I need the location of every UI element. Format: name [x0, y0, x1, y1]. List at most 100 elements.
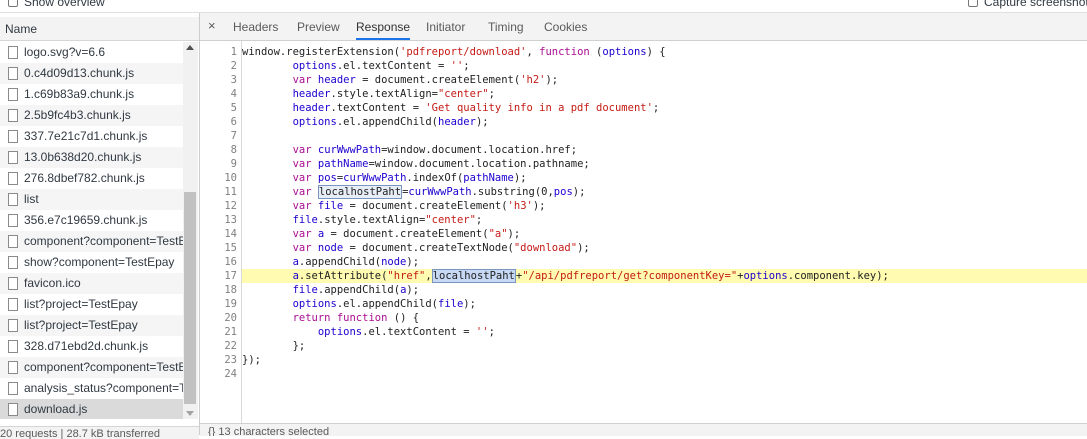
code-line: a.setAttribute("href",localhostPaht+"/ap… — [242, 269, 1087, 283]
request-list-item[interactable]: 0.c4d09d13.chunk.js — [0, 63, 183, 84]
file-icon — [8, 172, 18, 185]
line-number: 8 — [230, 144, 237, 156]
tab-headers[interactable]: Headers — [233, 13, 278, 40]
code-token: header — [292, 102, 331, 114]
code-token: "download" — [513, 242, 578, 254]
code-token: pathName — [317, 158, 369, 170]
code-line: header.textContent = 'Get quality info i… — [292, 102, 660, 114]
code-token: options — [602, 46, 647, 58]
request-list-item[interactable]: 337.7e21c7d1.chunk.js — [0, 126, 183, 147]
line-number: 13 — [224, 214, 237, 226]
line-number-gutter: 1 2 3 4 5 6 7 8 9 10 11 12 13 14 15 16 17 18 19 20 21 22 23 24 — [200, 41, 242, 423]
line-number: 7 — [230, 130, 237, 142]
request-name: logo.svg?v=6.6 — [24, 45, 106, 59]
code-line: var header = document.createElement('h2'… — [292, 74, 559, 86]
request-list-item[interactable]: analysis_status?component=TestEpay — [0, 378, 183, 399]
scroll-down-arrow-icon[interactable] — [186, 411, 194, 416]
request-name: list?project=TestEpay — [24, 318, 138, 332]
line-number: 23 — [224, 354, 237, 366]
request-list-item[interactable]: 2.5b9fc4b3.chunk.js — [0, 105, 183, 126]
request-name: component?component=TestEpay — [24, 234, 183, 248]
request-name: favicon.ico — [24, 276, 81, 290]
request-list-item[interactable]: list?project=TestEpay — [0, 294, 183, 315]
file-icon — [8, 235, 18, 248]
line-number: 19 — [224, 298, 237, 310]
file-icon — [8, 340, 18, 353]
line-number: 12 — [224, 200, 237, 212]
line-number: 3 — [230, 74, 237, 86]
code-line: var curWwwPath=window.document.location.… — [292, 144, 578, 156]
file-icon — [8, 109, 18, 122]
show-overview-checkbox[interactable]: Show overview — [8, 0, 105, 9]
scroll-up-arrow-icon[interactable] — [186, 45, 194, 50]
request-name: download.js — [24, 402, 88, 416]
line-number: 16 — [224, 256, 237, 268]
request-summary-status: 20 requests | 28.7 kB transferred — [0, 426, 199, 439]
code-token: var — [292, 242, 312, 254]
request-name: show?component=TestEpay — [24, 255, 175, 269]
line-number: 5 — [230, 102, 237, 114]
code-token: "href" — [387, 270, 426, 282]
request-summary-text: 20 requests | 28.7 kB transferred — [0, 428, 160, 439]
code-line: a.appendChild(node); — [292, 256, 420, 268]
request-list-item[interactable]: show?component=TestEpay — [0, 252, 183, 273]
request-name: 276.8dbef782.chunk.js — [24, 171, 145, 185]
code-line: var pos=curWwwPath.indexOf(pathName); — [292, 172, 527, 184]
code-token: options — [292, 298, 337, 310]
request-list-item[interactable]: download.js — [0, 399, 183, 419]
request-list-item[interactable]: 13.0b638d20.chunk.js — [0, 147, 183, 168]
code-token: options — [292, 116, 337, 128]
tab-cookies[interactable]: Cookies — [544, 13, 587, 40]
response-code-editor[interactable]: 1 2 3 4 5 6 7 8 9 10 11 12 13 14 15 16 17 18 19 20 21 22 23 24 … — [200, 41, 1087, 423]
request-name: component?component=TestEpay — [24, 360, 183, 374]
scrollbar-thumb[interactable] — [184, 192, 196, 404]
code-content[interactable]: window.registerExtension('pdfreport/down… — [242, 41, 1087, 423]
request-list-item[interactable]: 328.d71ebd2d.chunk.js — [0, 336, 183, 357]
request-list-item[interactable]: logo.svg?v=6.6 — [0, 42, 183, 63]
tab-preview[interactable]: Preview — [297, 13, 340, 40]
request-name: 337.7e21c7d1.chunk.js — [24, 129, 148, 143]
code-token: node — [381, 256, 407, 268]
line-number: 2 — [230, 60, 237, 72]
request-list-item[interactable]: component?component=TestEpay — [0, 357, 183, 378]
code-line: options.el.appendChild(header); — [292, 116, 489, 128]
capture-screenshots-checkbox[interactable]: Capture screenshots — [968, 0, 1087, 9]
request-list-item[interactable]: list?project=TestEpay — [0, 315, 183, 336]
code-token: curWwwPath — [317, 144, 382, 156]
file-icon — [8, 214, 18, 227]
checkbox-icon[interactable] — [968, 0, 978, 7]
code-token: var — [292, 200, 312, 212]
line-number: 20 — [224, 312, 237, 324]
line-number: 17 — [224, 270, 237, 282]
checkbox-icon[interactable] — [8, 0, 18, 7]
line-number: 22 — [224, 340, 237, 352]
line-number: 9 — [230, 158, 237, 170]
line-number: 1 — [230, 46, 237, 58]
request-list-item[interactable]: 1.c69b83a9.chunk.js — [0, 84, 183, 105]
file-icon — [8, 298, 18, 311]
code-token: pos — [317, 172, 337, 184]
line-number: 21 — [224, 326, 237, 338]
request-list-item[interactable]: favicon.ico — [0, 273, 183, 294]
editor-status-bar: {} 13 characters selected — [200, 423, 1087, 436]
name-column-header[interactable]: Name — [0, 17, 199, 41]
request-name: 328.d71ebd2d.chunk.js — [24, 339, 149, 353]
request-list-item[interactable]: component?component=TestEpay — [0, 231, 183, 252]
code-line: return function () { — [292, 312, 420, 324]
tab-initiator[interactable]: Initiator — [426, 13, 465, 40]
code-token: var — [292, 158, 312, 170]
tab-timing[interactable]: Timing — [488, 13, 524, 40]
request-name: list — [24, 192, 39, 206]
code-line: header.style.textAlign="center"; — [292, 88, 495, 100]
request-list-item[interactable]: 276.8dbef782.chunk.js — [0, 168, 183, 189]
request-list-scrollbar[interactable] — [183, 42, 198, 419]
request-list-item[interactable]: list — [0, 189, 183, 210]
code-line: var localhostPaht=curWwwPath.substring(0… — [292, 185, 586, 199]
line-number: 24 — [224, 368, 237, 380]
tab-response[interactable]: Response — [356, 13, 411, 40]
code-token: options — [743, 270, 788, 282]
close-icon[interactable]: × — [208, 18, 216, 33]
request-list-item[interactable]: 356.e7c19659.chunk.js — [0, 210, 183, 231]
line-number: 18 — [224, 284, 237, 296]
